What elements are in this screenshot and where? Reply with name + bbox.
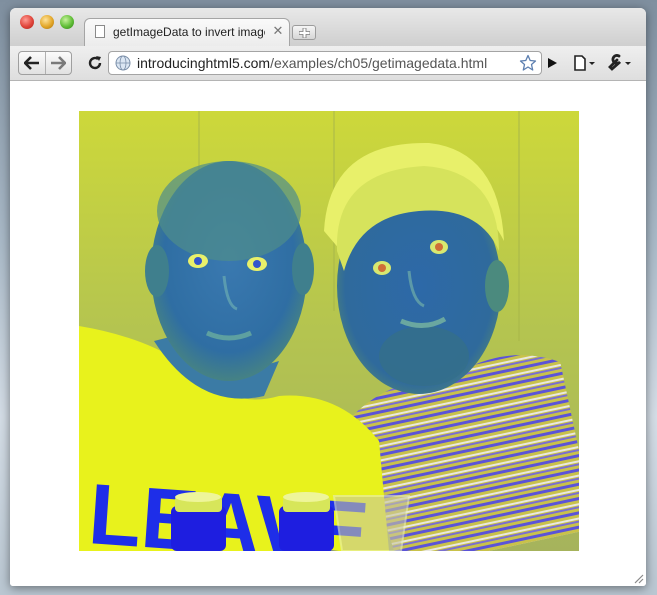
close-icon[interactable]: ✕ bbox=[271, 24, 285, 38]
play-icon bbox=[548, 58, 557, 68]
star-icon[interactable] bbox=[519, 54, 537, 72]
url-path: /examples/ch05/getimagedata.html bbox=[270, 55, 488, 71]
new-tab-icon bbox=[299, 28, 310, 38]
page-icon bbox=[95, 25, 105, 38]
window-zoom-button[interactable] bbox=[60, 15, 74, 29]
bottle-left bbox=[171, 492, 226, 551]
inverted-photo: LEAVE bbox=[79, 111, 579, 551]
url-domain: introducinghtml5.com bbox=[137, 55, 271, 71]
reload-button[interactable] bbox=[82, 51, 108, 75]
title-bar: getImageData to invert image ✕ bbox=[10, 8, 646, 47]
tab-title: getImageData to invert image bbox=[113, 25, 265, 39]
page-content: LEAVE bbox=[10, 81, 646, 586]
back-arrow-icon[interactable] bbox=[24, 56, 40, 70]
address-bar[interactable]: introducinghtml5.com/examples/ch05/getim… bbox=[108, 51, 542, 75]
resize-grip-icon[interactable] bbox=[632, 572, 644, 584]
reload-icon bbox=[88, 56, 102, 70]
url-text: introducinghtml5.com/examples/ch05/getim… bbox=[137, 55, 487, 71]
nav-divider bbox=[45, 52, 46, 74]
wrench-menu-button[interactable] bbox=[604, 51, 636, 75]
new-tab-button[interactable] bbox=[292, 25, 316, 40]
forward-arrow-icon[interactable] bbox=[50, 56, 66, 70]
bottle-right bbox=[279, 492, 334, 551]
wrench-icon bbox=[608, 54, 631, 71]
page-menu-icon bbox=[574, 55, 595, 71]
tab-active[interactable]: getImageData to invert image ✕ bbox=[84, 18, 290, 46]
globe-icon bbox=[115, 55, 131, 71]
browser-window: getImageData to invert image ✕ introduci… bbox=[10, 8, 646, 586]
window-minimize-button[interactable] bbox=[40, 15, 54, 29]
inverted-photo-canvas: LEAVE bbox=[79, 111, 579, 551]
window-close-button[interactable] bbox=[20, 15, 34, 29]
nav-buttons bbox=[18, 51, 72, 75]
toolbar: introducinghtml5.com/examples/ch05/getim… bbox=[10, 46, 646, 81]
play-button[interactable] bbox=[540, 51, 564, 75]
page-menu-button[interactable] bbox=[570, 51, 600, 75]
